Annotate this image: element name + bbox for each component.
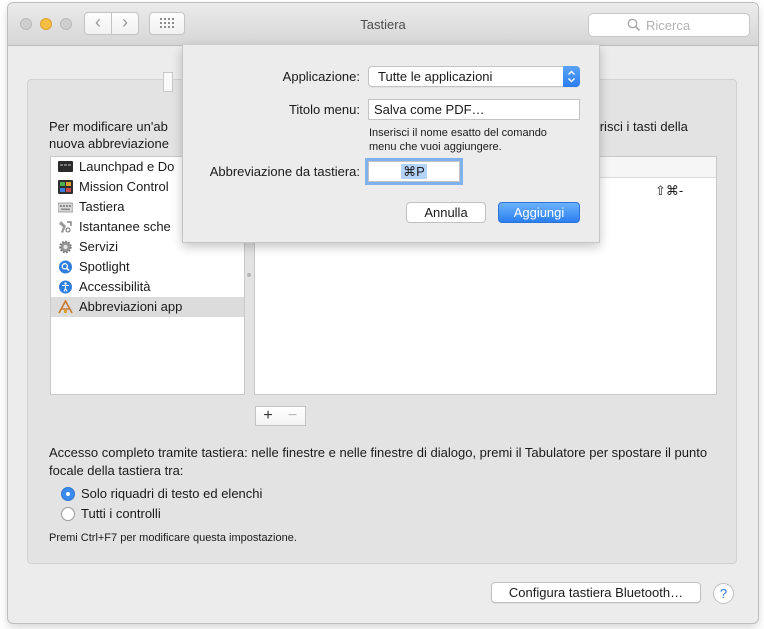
cancel-button[interactable]: Annulla <box>406 202 486 223</box>
title-bar: ‹ › Tastiera Ricerca <box>8 3 758 46</box>
preferences-window: ‹ › Tastiera Ricerca Per modificare un'a… <box>8 3 758 623</box>
category-label: Spotlight <box>79 259 130 274</box>
spotlight-icon <box>59 260 72 274</box>
category-item-spotlight[interactable]: Spotlight <box>51 257 244 277</box>
app-shortcuts-icon <box>58 300 73 314</box>
radio-label: Solo riquadri di testo ed elenchi <box>81 486 263 501</box>
category-label: Abbreviazioni app <box>79 299 183 314</box>
shortcut-note: Premi Ctrl+F7 per modificare questa impo… <box>49 532 297 544</box>
category-label: Istantanee sche <box>79 219 171 234</box>
category-label: Launchpad e Do <box>79 159 175 174</box>
category-item-accessibility[interactable]: Accessibilità <box>51 277 244 297</box>
shortcut-input[interactable]: ⌘P <box>368 161 460 182</box>
remove-shortcut-button[interactable]: − <box>280 406 306 426</box>
radio-unselected-icon <box>61 507 75 521</box>
menu-title-hint: Inserisci il nome esatto del comando men… <box>369 126 547 154</box>
radio-text-boxes-and-lists[interactable]: Solo riquadri di testo ed elenchi <box>61 485 481 503</box>
add-shortcut-sheet: Applicazione: Tutte le applicazioni Tito… <box>182 45 600 243</box>
category-label: Tastiera <box>79 199 125 214</box>
shortcut-label: Abbreviazione da tastiera: <box>209 164 360 179</box>
keyboard-icon <box>58 202 73 213</box>
category-label: Accessibilità <box>79 279 151 294</box>
accessibility-icon <box>59 280 72 294</box>
tab-stub-left[interactable] <box>163 72 173 92</box>
mission-control-icon <box>58 180 73 194</box>
launchpad-icon <box>58 161 73 172</box>
select-arrows-icon <box>563 66 580 87</box>
hint-line-1: Inserisci il nome esatto del comando <box>369 127 547 139</box>
radio-selected-icon <box>61 487 75 501</box>
shortcut-input-value: ⌘P <box>401 164 427 179</box>
gear-icon <box>59 240 72 254</box>
instructions-text-right: serisci i tasti della <box>586 119 688 134</box>
menu-title-input[interactable]: Salva come PDF… <box>368 99 580 120</box>
application-select-value: Tutte le applicazioni <box>378 69 493 84</box>
application-select[interactable]: Tutte le applicazioni <box>368 66 580 87</box>
category-item-app-shortcuts[interactable]: Abbreviazioni app <box>51 297 244 317</box>
category-label: Mission Control <box>79 179 169 194</box>
split-view-handle[interactable] <box>247 273 251 277</box>
radio-label: Tutti i controlli <box>81 506 161 521</box>
add-shortcut-button[interactable]: + <box>255 406 281 426</box>
menu-title-label: Titolo menu: <box>288 102 360 117</box>
full-keyboard-access-text: Accesso completo tramite tastiera: nelle… <box>49 445 708 478</box>
radio-all-controls[interactable]: Tutti i controlli <box>61 505 481 523</box>
search-placeholder: Ricerca <box>646 18 691 33</box>
help-button[interactable]: ? <box>713 583 734 604</box>
application-label: Applicazione: <box>282 69 360 84</box>
configure-bluetooth-keyboard-button[interactable]: Configura tastiera Bluetooth… <box>491 582 701 603</box>
hint-line-2: menu che vuoi aggiungere. <box>369 141 502 153</box>
add-button[interactable]: Aggiungi <box>498 202 580 223</box>
shortcut-cell[interactable]: ⇧⌘- <box>655 183 683 199</box>
category-label: Servizi <box>79 239 119 254</box>
search-icon <box>627 18 641 32</box>
screenshot-icon <box>59 221 72 233</box>
search-field[interactable]: Ricerca <box>588 13 750 37</box>
